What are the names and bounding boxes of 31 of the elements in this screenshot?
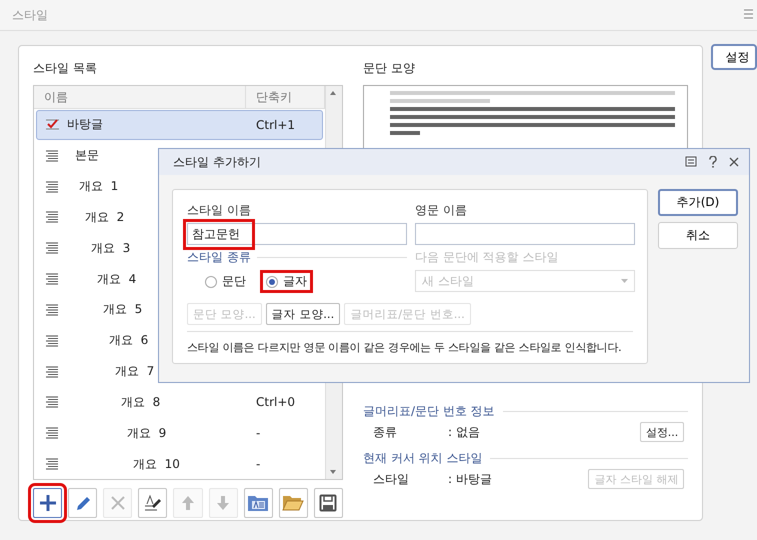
style-name: 개요 4	[97, 270, 136, 288]
style-list-heading: 스타일 목록	[33, 60, 98, 77]
style-name: 개요 5	[103, 301, 142, 318]
dialog-title: 스타일 추가하기	[173, 154, 261, 170]
info-value: : 없음	[448, 424, 481, 440]
style-name: 개요 7	[115, 363, 154, 380]
group-label: 스타일 종류	[187, 249, 251, 266]
shortcut-key: Ctrl+0	[256, 395, 322, 410]
info-label: 종류	[373, 424, 398, 440]
window-title: 스타일	[12, 6, 48, 24]
style-name: 개요 10	[133, 456, 180, 473]
field-label: 스타일 이름	[187, 202, 252, 219]
style-name: 개요 9	[127, 424, 166, 442]
info-value: : 바탕글	[448, 470, 493, 488]
style-name: 개요 2	[85, 208, 124, 226]
shortcut-key: Ctrl+1	[256, 118, 322, 132]
style-name: 개요 3	[91, 240, 130, 257]
style-name: 개요 1	[79, 178, 118, 196]
style-name: 개요 8	[121, 394, 160, 411]
shortcut-key: -	[256, 457, 322, 472]
field-label: 다음 문단에 적용할 스타일	[415, 249, 560, 266]
style-name: 본문	[75, 147, 99, 164]
shortcut-key: -	[256, 426, 322, 440]
section-title: 현재 커서 위치 스타일	[363, 450, 482, 467]
preview-heading: 문단 모양	[363, 60, 416, 77]
style-name: 바탕글	[67, 116, 103, 134]
field-label: 영문 이름	[415, 202, 468, 219]
section-title: 글머리표/문단 번호 정보	[363, 403, 495, 420]
info-note: 스타일 이름은 다르지만 영문 이름이 같은 경우에는 두 스타일을 같은 스타일로 인식합니다.	[187, 340, 622, 355]
style-name: 개요 6	[109, 332, 148, 350]
info-label: 스타일	[373, 470, 410, 488]
